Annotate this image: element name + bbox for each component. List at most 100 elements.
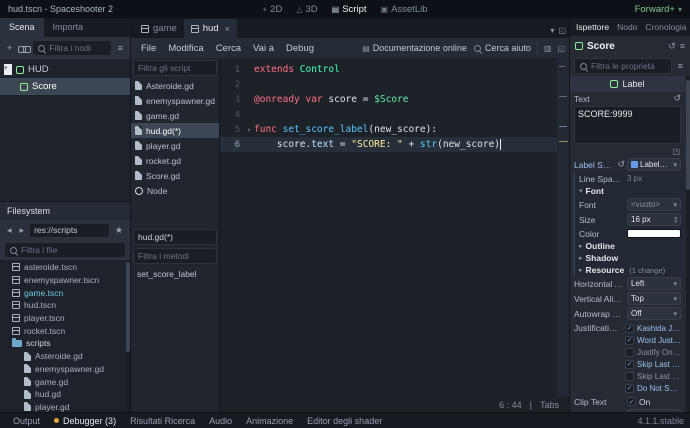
tab-cronologia[interactable]: Cronologia <box>645 22 686 32</box>
revert-icon[interactable]: ↺ <box>617 159 625 170</box>
tab-2d[interactable]: +2D <box>263 4 283 15</box>
flag-skip-last-line-visible[interactable]: Skip Last Line With Visible Characters <box>623 370 681 382</box>
section-shadow[interactable]: ▸ Shadow <box>575 252 685 264</box>
file-row[interactable]: enemyspawner.tscn <box>0 274 130 287</box>
close-icon[interactable]: × <box>225 24 230 34</box>
favorite-icon[interactable]: ★ <box>112 222 126 238</box>
file-row[interactable]: hud.gd <box>0 388 130 401</box>
file-row[interactable]: Asteroide.gd <box>0 350 130 363</box>
forward-icon[interactable]: ▸ <box>17 222 28 238</box>
menu-file[interactable]: File <box>135 43 162 54</box>
script-item-current[interactable]: hud.gd(*) <box>131 123 219 138</box>
back-icon[interactable]: ◂ <box>4 222 15 238</box>
flag-justify-only-after[interactable]: Justify Only After Last Tab <box>623 346 681 358</box>
instance-scene-icon[interactable] <box>18 45 29 52</box>
book-icon[interactable]: ▥ <box>544 44 552 53</box>
renderer-selector[interactable]: Forward+ ▾ <box>635 4 682 15</box>
section-resource[interactable]: ▸ Resource (1 change) <box>575 264 685 276</box>
scene-tab-hud[interactable]: hud × <box>184 19 237 38</box>
line-spacing-value[interactable]: 3 px <box>627 174 681 183</box>
scripts-filter-input[interactable] <box>138 63 212 73</box>
script-item[interactable]: Asteroide.gd <box>131 78 219 93</box>
filesystem-path[interactable]: res://scripts <box>29 223 110 238</box>
scene-filter-input[interactable] <box>49 43 106 53</box>
methods-filter-input[interactable] <box>138 251 212 261</box>
script-item[interactable]: player.gd <box>131 138 219 153</box>
font-size-spinner[interactable]: 16 px ▴▾ <box>627 213 681 226</box>
search-help-button[interactable]: Cerca aiuto <box>473 43 531 53</box>
script-item[interactable]: Score.gd <box>131 168 219 183</box>
menu-vai-a[interactable]: Vai a <box>247 43 280 54</box>
folder-row[interactable]: scripts <box>0 337 130 350</box>
revert-icon[interactable]: ↺ <box>673 93 681 104</box>
autowrap-mode-dropdown[interactable]: Off ▾ <box>627 307 681 320</box>
panel-animazione[interactable]: Animazione <box>239 416 300 426</box>
add-node-button[interactable]: + <box>4 40 15 56</box>
history-icon[interactable]: ↺ <box>668 41 676 52</box>
text-overrun-dropdown[interactable]: Trim Nothing ▾ <box>627 409 681 412</box>
float-panel-icon[interactable]: ◱ <box>557 44 565 53</box>
section-font[interactable]: ▾ Font <box>575 185 685 197</box>
horizontal-alignment-dropdown[interactable]: Left ▾ <box>627 277 681 290</box>
label-settings-resource-picker[interactable]: LabelSet ▾ <box>627 158 681 171</box>
flag-skip-last-line[interactable]: ✓ Skip Last Line <box>623 358 681 370</box>
panel-debugger[interactable]: Debugger (3) <box>47 416 123 426</box>
scripts-filter[interactable] <box>133 60 217 76</box>
color-swatch[interactable] <box>627 229 681 238</box>
script-item[interactable]: enemyspawner.gd <box>131 93 219 108</box>
code-lines[interactable]: 1 extends Control 2 3 @onready var score… <box>220 58 569 397</box>
panel-risultati-ricerca[interactable]: Risultati Ricerca <box>123 416 202 426</box>
code-editor[interactable]: 1 extends Control 2 3 @onready var score… <box>220 58 569 412</box>
tree-row-score[interactable]: Score <box>0 78 130 95</box>
vertical-alignment-dropdown[interactable]: Top ▾ <box>627 292 681 305</box>
tab-importa[interactable]: Importa <box>44 18 93 37</box>
tab-ispettore[interactable]: Ispettore <box>576 22 609 32</box>
tab-nodo[interactable]: Nodo <box>617 22 637 32</box>
file-row[interactable]: hud.tscn <box>0 299 130 312</box>
script-item[interactable]: rocket.gd <box>131 153 219 168</box>
inspector-options-icon[interactable]: ≡ <box>675 58 686 74</box>
scrollbar-thumb[interactable] <box>126 262 130 352</box>
text-property-input[interactable]: SCORE:9999 <box>574 106 681 144</box>
clip-text-checkbox[interactable]: ✓ On <box>627 397 681 407</box>
tab-script[interactable]: ▤Script <box>332 4 367 15</box>
indent-type[interactable]: Tabs <box>540 400 559 410</box>
scrollbar[interactable] <box>126 260 130 412</box>
file-row[interactable]: game.gd <box>0 375 130 388</box>
collapse-icon[interactable]: ▾ <box>4 64 12 75</box>
property-filter-input[interactable] <box>591 61 667 71</box>
property-filter[interactable] <box>574 58 672 74</box>
tab-list-icon[interactable]: ▾ <box>550 26 554 35</box>
panel-shader-editor[interactable]: Editor degli shader <box>300 416 389 426</box>
tab-scena[interactable]: Scena <box>0 18 44 37</box>
tab-assetlib[interactable]: ▣AssetLib <box>381 4 428 15</box>
code-minimap[interactable] <box>557 58 569 397</box>
flag-word-justification[interactable]: ✓ Word Justification <box>623 334 681 346</box>
expand-icon[interactable]: ◳ <box>672 147 680 156</box>
scrollbar-thumb[interactable] <box>686 80 690 190</box>
script-item[interactable]: game.gd <box>131 108 219 123</box>
scene-tab-game[interactable]: game <box>134 19 184 38</box>
panel-audio[interactable]: Audio <box>202 416 239 426</box>
category-label[interactable]: Label <box>570 76 685 92</box>
scene-options-icon[interactable]: ≡ <box>115 40 126 56</box>
file-row[interactable]: enemyspawner.gd <box>0 363 130 376</box>
flag-kashida[interactable]: ✓ Kashida Justification <box>623 322 681 334</box>
spinner-arrows-icon[interactable]: ▴▾ <box>674 216 677 224</box>
menu-cerca[interactable]: Cerca <box>210 43 247 54</box>
methods-filter[interactable] <box>133 248 217 264</box>
file-row[interactable]: player.gd <box>0 401 130 412</box>
section-outline[interactable]: ▸ Outline <box>575 240 685 252</box>
online-docs-button[interactable]: ▤ Documentazione online <box>362 43 467 53</box>
file-row[interactable]: player.tscn <box>0 312 130 325</box>
file-row[interactable]: rocket.tscn <box>0 324 130 337</box>
file-row[interactable]: game.tscn <box>0 286 130 299</box>
filesystem-filter[interactable] <box>4 242 126 258</box>
method-item[interactable]: set_score_label <box>131 266 219 281</box>
script-item-node-doc[interactable]: Node <box>131 183 219 198</box>
panel-output[interactable]: Output <box>6 416 47 426</box>
scrollbar[interactable] <box>686 76 690 412</box>
tab-3d[interactable]: △3D <box>296 4 317 15</box>
filesystem-filter-input[interactable] <box>21 245 121 255</box>
expand-editor-icon[interactable]: ◱ <box>558 26 566 35</box>
